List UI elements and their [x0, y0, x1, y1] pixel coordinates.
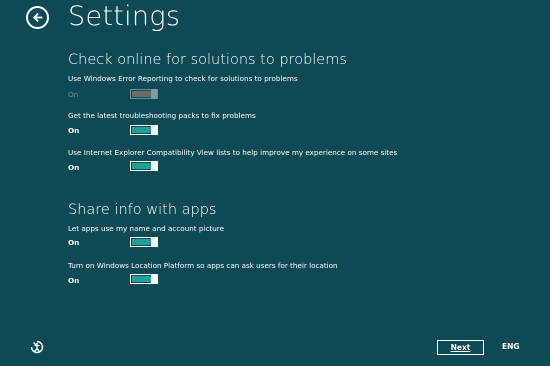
toggle-thumb: [151, 274, 157, 284]
state-label-error-reporting: On: [68, 90, 79, 99]
toggle-thumb: [151, 89, 157, 99]
state-label-compatibility-view: On: [68, 163, 80, 172]
section-title-share-info: Share info with apps: [68, 202, 217, 218]
back-arrow-icon: [32, 12, 43, 23]
setting-label-name-picture: Let apps use my name and account picture: [68, 224, 225, 233]
toggle-name-picture[interactable]: [130, 237, 158, 247]
toggle-error-reporting[interactable]: [130, 89, 158, 99]
page-title: Settings: [68, 1, 181, 32]
setting-label-location-platform: Turn on Windows Location Platform so app…: [68, 261, 338, 270]
toggle-fill: [132, 239, 151, 245]
state-label-name-picture: On: [68, 238, 80, 247]
toggle-troubleshooting[interactable]: [130, 125, 158, 135]
toggle-compatibility-view[interactable]: [130, 161, 158, 171]
next-button[interactable]: Next: [437, 340, 484, 355]
back-button[interactable]: [26, 6, 49, 29]
setting-label-error-reporting: Use Windows Error Reporting to check for…: [68, 74, 298, 83]
toggle-fill: [132, 276, 151, 282]
toggle-thumb: [151, 237, 157, 247]
ease-of-access-icon[interactable]: [30, 340, 44, 354]
toggle-fill: [132, 91, 151, 97]
setting-label-troubleshooting: Get the latest troubleshooting packs to …: [68, 111, 256, 120]
toggle-thumb: [151, 161, 157, 171]
language-indicator[interactable]: ENG: [502, 342, 520, 352]
toggle-thumb: [151, 125, 157, 135]
state-label-troubleshooting: On: [68, 126, 80, 135]
toggle-location-platform[interactable]: [130, 274, 158, 284]
section-title-solutions: Check online for solutions to problems: [68, 52, 347, 68]
toggle-fill: [132, 127, 151, 133]
toggle-fill: [132, 163, 151, 169]
state-label-location-platform: On: [68, 276, 80, 285]
setting-label-compatibility-view: Use Internet Explorer Compatibility View…: [68, 148, 398, 157]
